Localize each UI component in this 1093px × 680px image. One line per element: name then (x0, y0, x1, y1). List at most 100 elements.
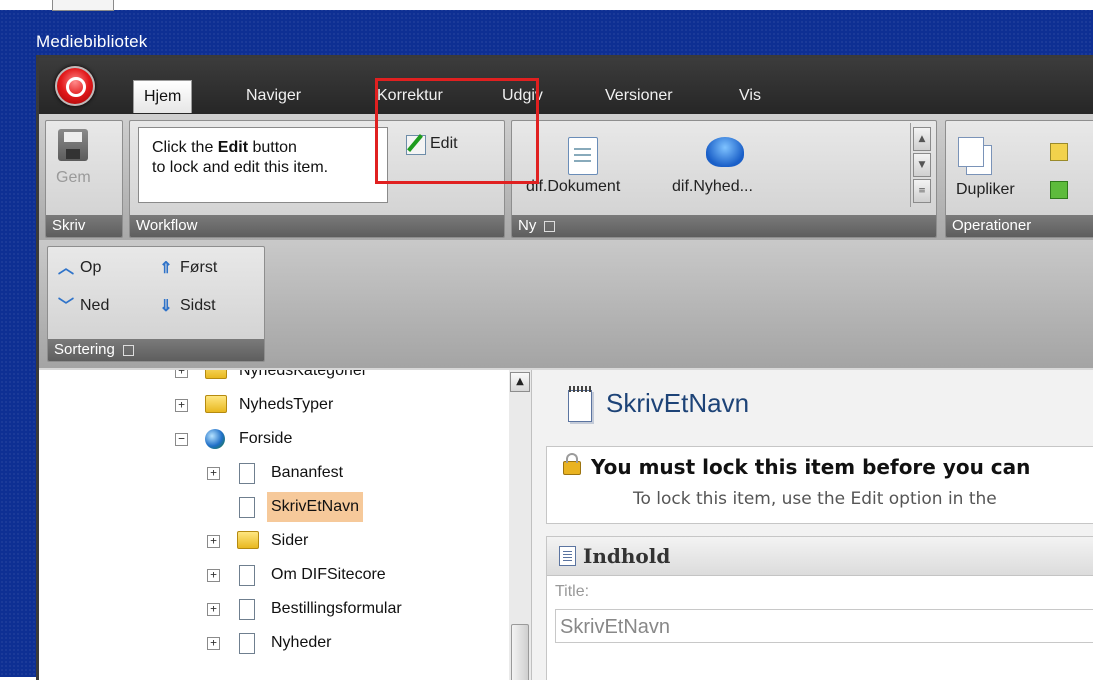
tree-item-label: NyhedsTyper (239, 396, 334, 413)
page-icon (239, 599, 255, 620)
tree-item-label: Nyheder (271, 634, 332, 651)
save-icon[interactable] (58, 129, 88, 161)
app-window: Hjem Naviger Korrektur Udgiv Versioner V… (36, 55, 1093, 680)
ribbon-tabbar: Hjem Naviger Korrektur Udgiv Versioner V… (39, 58, 1093, 114)
app-menu-orb-button[interactable] (55, 66, 95, 106)
sort-first-label: Først (180, 259, 218, 276)
group-label-ny: Ny (512, 215, 936, 237)
lock-icon (563, 453, 581, 475)
tree-item-label: NyhedsKategorier (239, 370, 368, 379)
expand-icon[interactable]: + (207, 603, 220, 616)
chevron-down-icon: ﹀ (58, 298, 75, 315)
page-icon (239, 497, 255, 518)
tab-naviger[interactable]: Naviger (236, 82, 311, 110)
operation-icon-1[interactable] (1050, 143, 1068, 161)
page-icon (239, 463, 255, 484)
workflow-info-box: Click the Edit button to lock and edit t… (138, 127, 388, 203)
document-icon[interactable] (568, 137, 598, 175)
collapse-icon[interactable]: − (175, 433, 188, 446)
tree-item-label: Bananfest (271, 464, 344, 481)
news-icon[interactable] (706, 137, 744, 167)
sort-last-button[interactable]: ⇓ Sidst (158, 297, 216, 315)
item-title: SkrivEtNavn (606, 388, 750, 418)
gallery-scroll: ▲ ▼ ≡ (910, 123, 931, 207)
section-icon (559, 546, 576, 566)
expand-icon[interactable]: + (207, 569, 220, 582)
expand-icon[interactable]: + (207, 535, 220, 548)
title-field-label: Title: (555, 583, 590, 600)
group-ny: dif.Dokument dif.Nyhed... ▲ ▼ ≡ Ny (511, 120, 937, 238)
sort-down-button[interactable]: ﹀ Ned (58, 297, 109, 315)
folder-icon (237, 531, 259, 549)
gallery-up-button[interactable]: ▲ (913, 127, 931, 151)
dialog-launcher-icon[interactable] (544, 220, 556, 232)
sort-first-button[interactable]: ⇑ Først (158, 259, 217, 277)
window-title: Mediebibliotek (36, 32, 148, 51)
tree-scrollbar[interactable]: ▲ (509, 370, 532, 680)
tab-vis[interactable]: Vis (729, 82, 771, 110)
sort-down-label: Ned (80, 297, 110, 314)
content-tree: + NyhedsKategorier + NyhedsTyper − Forsi… (39, 370, 510, 680)
group-label-ny-text: Ny (518, 217, 537, 234)
duplicate-icon[interactable] (958, 137, 984, 167)
workflow-text-pre: Click the (152, 139, 218, 156)
dialog-launcher-icon[interactable] (122, 344, 134, 356)
tree-item-label: Om DIFSitecore (271, 566, 386, 583)
group-label-sortering: Sortering (48, 339, 264, 361)
tab-hjem[interactable]: Hjem (133, 80, 193, 113)
tree-item-label: Forside (239, 430, 293, 447)
double-chevron-up-icon: ⇑ (159, 260, 173, 277)
gallery-more-button[interactable]: ≡ (913, 179, 931, 203)
ribbon-sorting-row: ︿ Op ⇑ Først ﹀ Ned ⇓ Sidst Sortering (39, 240, 1093, 368)
folder-icon (205, 395, 227, 413)
group-sortering: ︿ Op ⇑ Først ﹀ Ned ⇓ Sidst Sortering (47, 246, 265, 362)
section-header[interactable]: Indhold (547, 537, 1093, 576)
chevron-up-icon: ︿ (58, 260, 75, 277)
group-label-sortering-text: Sortering (54, 341, 115, 358)
workflow-text-post: button (248, 139, 297, 156)
globe-icon (205, 429, 225, 449)
highlight-annotation (375, 78, 539, 184)
folder-icon (205, 370, 227, 379)
new-dokument-label[interactable]: dif.Dokument (526, 178, 620, 196)
page-icon (239, 565, 255, 586)
workflow-text-bold: Edit (217, 139, 249, 156)
top-strip (0, 0, 1093, 11)
new-nyhed-label[interactable]: dif.Nyhed... (672, 178, 753, 196)
group-label-skriv: Skriv (46, 215, 122, 237)
group-operationer: Dupliker Operationer (945, 120, 1093, 238)
warning-subtext: To lock this item, use the Edit option i… (633, 489, 997, 509)
expand-icon[interactable]: + (175, 370, 188, 378)
top-tab-fragment (52, 0, 114, 11)
tree-item-label: SkrivEtNavn (267, 492, 364, 522)
group-label-workflow: Workflow (130, 215, 504, 237)
title-field[interactable]: SkrivEtNavn (555, 609, 1093, 643)
section-indhold: Indhold Title: SkrivEtNavn (546, 536, 1093, 680)
ribbon-home: Gem Skriv Click the Edit button to lock … (39, 114, 1093, 240)
expand-icon[interactable]: + (207, 637, 220, 650)
double-chevron-down-icon: ⇓ (159, 298, 173, 315)
page-icon (239, 633, 255, 654)
sort-up-label: Op (80, 259, 102, 276)
duplicate-button-label[interactable]: Dupliker (956, 181, 1015, 199)
content-editor: SkrivEtNavn You must lock this item befo… (532, 370, 1093, 680)
workflow-info-text: Click the Edit button to lock and edit t… (152, 138, 328, 178)
expand-icon[interactable]: + (175, 399, 188, 412)
save-button-label[interactable]: Gem (56, 169, 91, 187)
expand-icon[interactable]: + (207, 467, 220, 480)
operation-icon-2[interactable] (1050, 181, 1068, 199)
warning-title: You must lock this item before you can (591, 455, 1031, 479)
tree-item-label: Bestillingsformular (271, 600, 402, 617)
section-title: Indhold (583, 544, 671, 568)
lock-warning: You must lock this item before you can T… (546, 446, 1093, 524)
sort-last-label: Sidst (180, 297, 216, 314)
notepad-icon (568, 386, 592, 422)
workflow-text-line2: to lock and edit this item. (152, 159, 329, 176)
scroll-up-button[interactable]: ▲ (510, 372, 530, 392)
sort-up-button[interactable]: ︿ Op (58, 259, 101, 277)
tree-item-label: Sider (271, 532, 309, 549)
scroll-thumb[interactable] (511, 624, 529, 680)
tab-versioner[interactable]: Versioner (595, 82, 683, 110)
gallery-down-button[interactable]: ▼ (913, 153, 931, 177)
group-label-operationer: Operationer (946, 215, 1093, 237)
